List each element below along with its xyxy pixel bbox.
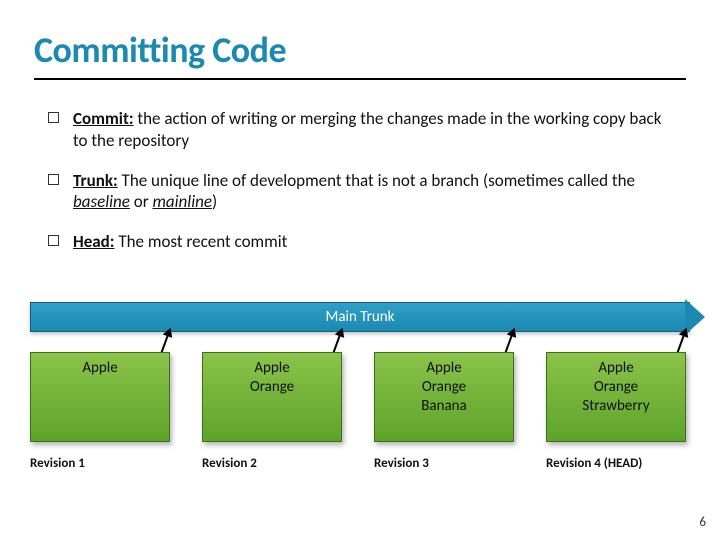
- bullet-item-commit: Commit: the action of writing or merging…: [48, 108, 672, 152]
- bullet-list: Commit: the action of writing or merging…: [34, 108, 686, 253]
- revision-label-3: Revision 3: [374, 456, 429, 471]
- bullet-text: Commit: the action of writing or merging…: [73, 108, 672, 152]
- arrow-up-icon: [332, 329, 343, 354]
- title-divider: [34, 78, 686, 80]
- term: Trunk:: [73, 170, 118, 191]
- term: Head:: [73, 231, 115, 252]
- main-trunk-bar: Main Trunk: [30, 302, 690, 332]
- checkbox-icon: [48, 112, 59, 123]
- em-mainline: mainline: [152, 191, 212, 212]
- term: Commit:: [73, 108, 134, 129]
- bullet-item-head: Head: The most recent commit: [48, 231, 672, 253]
- definition: The most recent commit: [115, 231, 288, 252]
- revision-box-3: Apple Orange Banana: [374, 352, 514, 442]
- rev-line: Strawberry: [547, 397, 685, 416]
- rev-line: Apple: [31, 359, 169, 378]
- em-baseline: baseline: [73, 191, 130, 212]
- arrow-up-icon: [160, 329, 171, 354]
- rev-line: Apple: [203, 359, 341, 378]
- revision-label-1: Revision 1: [30, 456, 85, 471]
- bullet-text: Head: The most recent commit: [73, 231, 672, 253]
- definition-pre: The unique line of development that is n…: [118, 170, 635, 191]
- revision-box-2: Apple Orange: [202, 352, 342, 442]
- trunk-label: Main Trunk: [326, 308, 395, 326]
- trunk-diagram: Main Trunk Apple Revision 1 Apple Orange…: [30, 302, 690, 492]
- arrow-up-icon: [676, 329, 687, 354]
- bullet-item-trunk: Trunk: The unique line of development th…: [48, 170, 672, 214]
- definition-post: ): [212, 191, 217, 212]
- revision-label-2: Revision 2: [202, 456, 257, 471]
- definition-mid: or: [130, 191, 153, 212]
- page-number: 6: [699, 515, 706, 530]
- rev-line: Orange: [203, 378, 341, 397]
- definition: the action of writing or merging the cha…: [73, 108, 661, 151]
- revisions-row: Apple Revision 1 Apple Orange Revision 2…: [30, 352, 690, 492]
- revision-box-4: Apple Orange Strawberry: [546, 352, 686, 442]
- slide-title: Committing Code: [34, 28, 686, 72]
- revision-label-4: Revision 4 (HEAD): [546, 456, 642, 471]
- bullet-text: Trunk: The unique line of development th…: [73, 170, 672, 214]
- rev-line: Orange: [547, 378, 685, 397]
- revision-box-1: Apple: [30, 352, 170, 442]
- rev-line: Banana: [375, 397, 513, 416]
- checkbox-icon: [48, 235, 59, 246]
- rev-line: Apple: [375, 359, 513, 378]
- checkbox-icon: [48, 174, 59, 185]
- rev-line: Apple: [547, 359, 685, 378]
- rev-line: Orange: [375, 378, 513, 397]
- arrow-up-icon: [504, 329, 515, 354]
